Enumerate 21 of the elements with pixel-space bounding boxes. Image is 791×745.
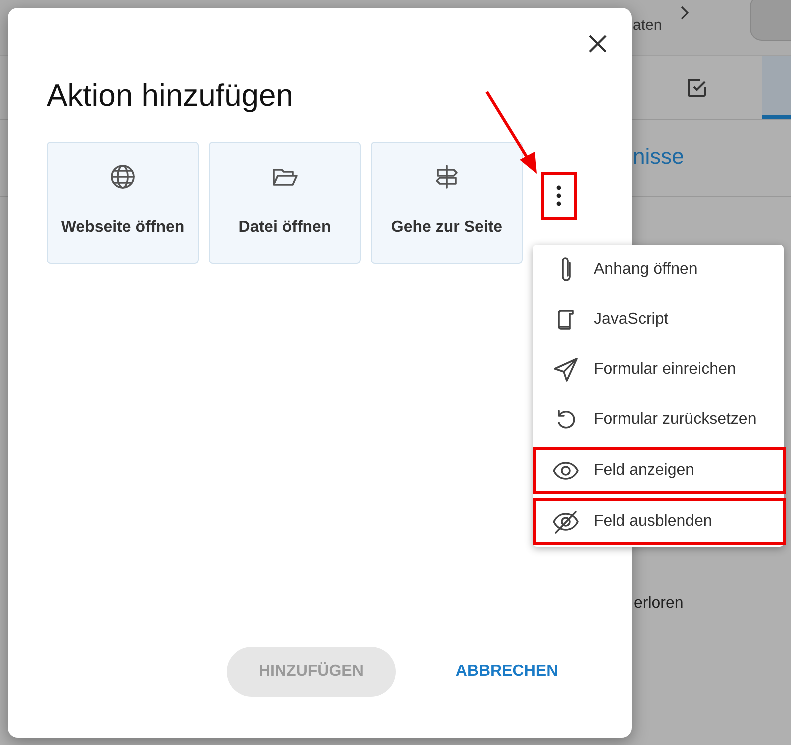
menu-item[interactable]: Feld ausblenden [533, 498, 786, 545]
menu-item[interactable]: JavaScript [533, 295, 784, 345]
more-button[interactable] [541, 172, 577, 220]
action-card[interactable]: Gehe zur Seite [371, 142, 523, 264]
globe-icon [109, 163, 137, 191]
send-icon [552, 356, 580, 384]
signpost-icon [433, 163, 461, 191]
action-card[interactable]: Datei öffnen [209, 142, 361, 264]
cancel-button[interactable]: ABBRECHEN [456, 647, 558, 697]
action-card[interactable]: Webseite öffnen [47, 142, 199, 264]
menu-item[interactable]: Anhang öffnen [533, 245, 784, 295]
menu-item[interactable]: Formular zurücksetzen [533, 395, 784, 445]
toolbar-label: aten [633, 17, 662, 34]
menu-item[interactable]: Feld anzeigen [533, 447, 786, 494]
paperclip-icon [559, 256, 573, 284]
more-icon [556, 185, 562, 207]
selected-tab[interactable] [762, 56, 791, 119]
list-text: erloren [634, 595, 684, 612]
menu-item[interactable]: Formular einreichen [533, 345, 784, 395]
dialog-title: Aktion hinzufügen [47, 78, 294, 114]
chevron-icon[interactable] [680, 6, 690, 20]
